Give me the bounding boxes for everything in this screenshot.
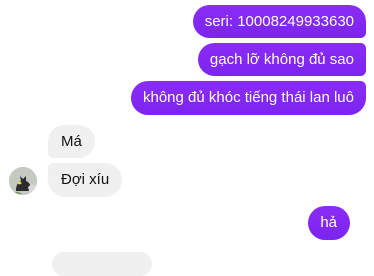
message-outgoing[interactable]: hả bbox=[308, 206, 350, 240]
message-incoming[interactable]: Má bbox=[48, 125, 95, 158]
message-outgoing[interactable]: seri: 10008249933630 bbox=[192, 5, 366, 38]
message-incoming-partial[interactable] bbox=[52, 252, 152, 276]
cat-avatar-icon bbox=[9, 167, 37, 195]
contact-avatar[interactable] bbox=[9, 167, 37, 195]
message-incoming[interactable]: Đợi xíu bbox=[48, 163, 123, 197]
chat-thread: seri: 10008249933630 gạch lỡ không đủ sa… bbox=[0, 0, 374, 276]
message-outgoing[interactable]: gạch lỡ không đủ sao bbox=[197, 43, 366, 76]
message-outgoing[interactable]: không đủ khóc tiếng thái lan luô bbox=[131, 81, 366, 115]
